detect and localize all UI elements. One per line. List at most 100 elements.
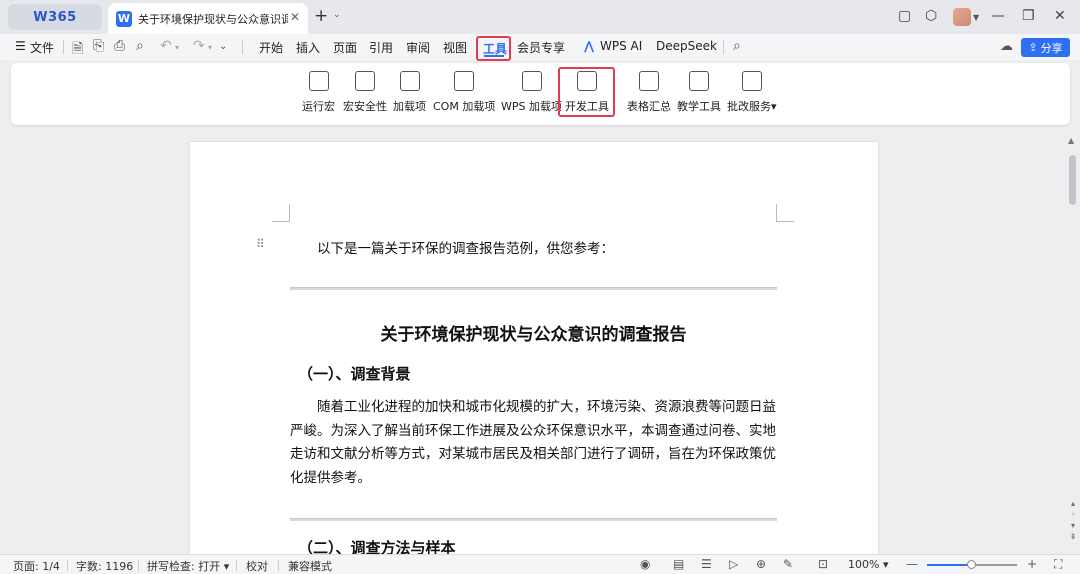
com-addins-label: COM 加载项 xyxy=(433,100,496,113)
compat-mode-badge: 兼容模式 xyxy=(288,560,332,573)
divider xyxy=(723,40,724,54)
addins-button[interactable]: 加载项 xyxy=(393,71,426,119)
divider xyxy=(67,560,68,571)
zoom-slider-handle[interactable] xyxy=(967,560,976,569)
section-heading[interactable]: （二）、调查方法与样本 xyxy=(298,537,456,554)
save-icon[interactable]: 🗎 xyxy=(72,38,83,62)
tab-tools[interactable]: 工具 xyxy=(476,36,511,61)
menu-wps-ai[interactable]: WPS AI xyxy=(600,39,642,53)
wps-ai-icon[interactable]: ⋀ xyxy=(584,39,594,53)
menu-view[interactable]: 视图 xyxy=(443,39,467,56)
body-paragraph[interactable]: 随着工业化进程的加快和城市化规模的扩大，环境污染、资源浪费等问题日益严峻。为深入… xyxy=(290,396,779,490)
menu-page[interactable]: 页面 xyxy=(333,39,357,56)
table-summary-button[interactable]: 表格汇总 xyxy=(627,71,671,119)
macro-security-label: 宏安全性 xyxy=(343,100,387,113)
menu-insert[interactable]: 插入 xyxy=(296,39,320,56)
export-icon[interactable]: ⎘ xyxy=(93,38,104,54)
active-tab-underline xyxy=(484,55,504,57)
hamburger-icon[interactable]: ☰ xyxy=(15,39,26,53)
macro-security-button[interactable]: 宏安全性 xyxy=(343,71,387,119)
title-bar: W365 W 关于环境保护现状与公众意识调查 ✕ + ⌄ ▢ ⬡ ▼ — ❐ ✕ xyxy=(0,0,1080,34)
maximize-icon[interactable]: ❐ xyxy=(1022,8,1035,24)
menu-deepseek[interactable]: DeepSeek xyxy=(656,39,717,53)
teaching-tools-button[interactable]: 教学工具 xyxy=(677,71,721,119)
undo-icon[interactable]: ↶ xyxy=(160,38,172,54)
print-preview-icon[interactable]: ⌕ xyxy=(136,38,144,54)
share-button[interactable]: ⇪ 分享 xyxy=(1021,38,1070,57)
table-summary-label: 表格汇总 xyxy=(627,100,671,113)
margin-corner-left xyxy=(272,204,290,222)
zoom-level[interactable]: 100% ▾ xyxy=(848,558,888,571)
menu-member[interactable]: 会员专享 xyxy=(517,39,565,56)
menu-file[interactable]: 文件 xyxy=(30,39,54,56)
cube-icon[interactable]: ⬡ xyxy=(925,8,937,24)
writer-icon: W xyxy=(116,10,132,27)
status-bar: 页面: 1/4 字数: 1196 拼写检查: 打开 ▾ 校对 兼容模式 ◉ ▤ … xyxy=(0,554,1080,574)
cloud-sync-icon[interactable]: ☁ xyxy=(1000,39,1013,54)
chevron-down-icon[interactable]: ▼ xyxy=(973,13,979,22)
search-icon[interactable]: ⌕ xyxy=(733,38,741,54)
restore-icon[interactable]: ▢ xyxy=(898,8,911,24)
chevron-down-icon[interactable]: ▾ xyxy=(208,43,212,52)
addins-label: 加载项 xyxy=(393,100,426,113)
web-view-icon[interactable]: ⊕ xyxy=(756,557,766,571)
document-page[interactable]: 以下是一篇关于环保的调查报告范例，供您参考： 关于环境保护现状与公众意识的调查报… xyxy=(190,142,878,554)
chevron-down-icon[interactable]: ▾ xyxy=(175,43,179,52)
redo-icon[interactable]: ↷ xyxy=(193,38,205,54)
grading-service-button[interactable]: 批改服务▾ xyxy=(727,71,777,119)
intro-paragraph[interactable]: 以下是一篇关于环保的调查报告范例，供您参考： xyxy=(317,237,614,257)
share-icon: ⇪ xyxy=(1028,41,1038,54)
menu-reference[interactable]: 引用 xyxy=(369,39,393,56)
word-count[interactable]: 字数: 1196 xyxy=(76,558,133,574)
brand-logo: W365 xyxy=(33,9,77,25)
divider xyxy=(278,560,279,571)
document-tab[interactable]: W 关于环境保护现状与公众意识调查 ✕ xyxy=(108,3,308,34)
drag-handle-icon[interactable]: ⠿ xyxy=(256,237,265,251)
scrollbar-thumb[interactable] xyxy=(1069,155,1076,205)
close-tab-icon[interactable]: ✕ xyxy=(290,10,300,24)
run-macro-label: 运行宏 xyxy=(302,100,335,113)
scroll-controls[interactable]: ▴ ◦ ▾ ⇟ xyxy=(1067,498,1079,542)
fullscreen-icon[interactable]: ⛶ xyxy=(1054,557,1062,572)
share-label: 分享 xyxy=(1040,41,1063,55)
document-tab-title: 关于环境保护现状与公众意识调查 xyxy=(138,12,288,26)
zoom-slider-fill xyxy=(927,564,972,566)
shield-icon xyxy=(355,71,375,91)
zoom-in-icon[interactable]: + xyxy=(1027,557,1037,571)
proofread-button[interactable]: 校对 xyxy=(246,558,268,574)
close-icon[interactable]: ✕ xyxy=(1054,8,1066,24)
document-title[interactable]: 关于环境保护现状与公众意识的调查报告 xyxy=(290,320,777,345)
more-icon[interactable]: ⌄ xyxy=(219,41,227,52)
wps-addins-label: WPS 加载项 xyxy=(501,100,562,113)
chevron-down-icon[interactable]: ⌄ xyxy=(333,10,341,20)
spell-check-toggle[interactable]: 拼写检查: 打开 ▾ xyxy=(147,558,229,574)
scroll-up-icon[interactable]: ▲ xyxy=(1068,136,1074,145)
ribbon-toolbar: 运行宏 宏安全性 加载项 COM 加载项 WPS 加载项 开发工具 表格汇总 教… xyxy=(11,63,1070,125)
wps-addin-icon xyxy=(521,71,542,91)
fit-page-icon[interactable]: ⊡ xyxy=(818,557,828,571)
horizontal-rule xyxy=(290,518,777,521)
menu-review[interactable]: 审阅 xyxy=(406,39,430,56)
chart-board-icon xyxy=(689,71,709,91)
minimize-icon[interactable]: — xyxy=(991,8,1005,24)
section-heading[interactable]: （一）、调查背景 xyxy=(298,363,411,384)
zoom-out-icon[interactable]: — xyxy=(906,557,918,571)
com-addins-button[interactable]: COM 加载项 xyxy=(433,71,495,119)
wps-addins-button[interactable]: WPS 加载项 xyxy=(501,71,562,119)
new-tab-icon[interactable]: + xyxy=(314,7,328,25)
margin-corner-right xyxy=(776,204,794,222)
run-macro-button[interactable]: 运行宏 xyxy=(302,71,335,119)
page-indicator[interactable]: 页面: 1/4 xyxy=(13,558,60,574)
page-view-icon[interactable]: ▤ xyxy=(673,557,684,571)
grading-icon xyxy=(741,71,762,91)
print-icon[interactable]: ⎙ xyxy=(114,38,125,54)
menu-home[interactable]: 开始 xyxy=(259,39,283,56)
menu-bar: ☰ 文件 🗎 ⎘ ⎙ ⌕ ↶ ▾ ↷ ▾ ⌄ 开始 插入 页面 引用 审阅 视图… xyxy=(0,34,1080,60)
eye-icon[interactable]: ◉ xyxy=(640,557,650,571)
outline-view-icon[interactable]: ☰ xyxy=(701,557,712,571)
play-icon[interactable]: ▷ xyxy=(729,557,738,571)
avatar[interactable] xyxy=(953,8,971,26)
home-tab[interactable]: W365 xyxy=(8,4,102,30)
macro-icon xyxy=(308,71,329,91)
pen-icon[interactable]: ✎ xyxy=(783,557,793,571)
